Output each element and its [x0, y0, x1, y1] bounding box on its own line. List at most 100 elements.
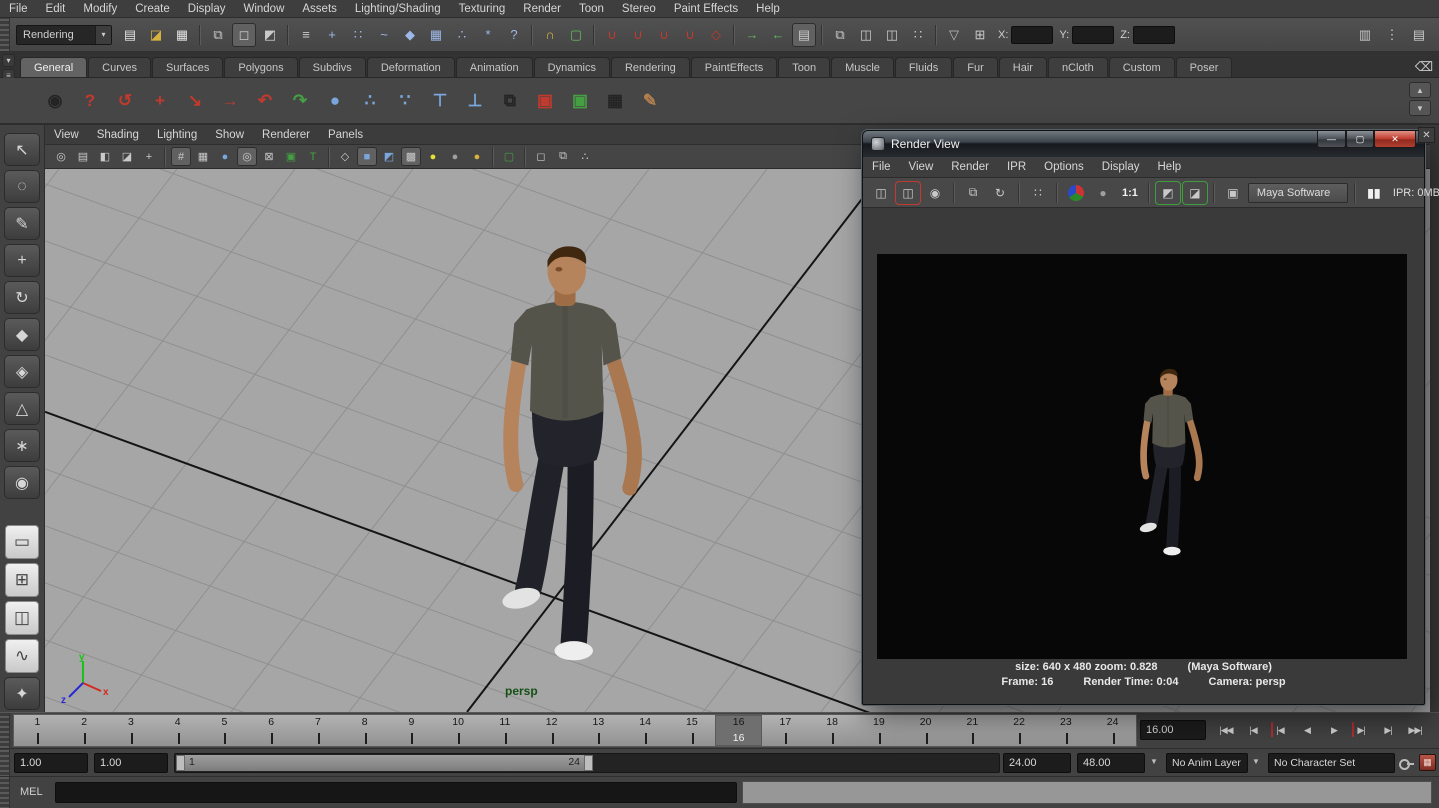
shelf-trash-icon[interactable]: ⌫ — [1412, 55, 1436, 79]
timeline-frame-9[interactable]: 9 — [388, 715, 435, 746]
move-normal-tool-icon[interactable]: △ — [4, 392, 40, 425]
menu-lighting-shading[interactable]: Lighting/Shading — [346, 2, 450, 16]
key-icon[interactable] — [1398, 755, 1414, 771]
step-forward-frame-icon[interactable]: ▶| — [1375, 719, 1401, 742]
timeline-frame-21[interactable]: 21 — [949, 715, 996, 746]
auto-keyframe-toggle[interactable]: ▦ — [1419, 754, 1436, 771]
render-menu-file[interactable]: File — [863, 160, 900, 174]
help-icon[interactable]: ? — [75, 86, 105, 116]
wireframe-on-shaded-icon[interactable]: ⧉ — [553, 147, 573, 166]
snap-to-points-icon[interactable]: ∪ — [652, 23, 676, 47]
step-back-frame-icon[interactable]: |◀ — [1240, 719, 1266, 742]
safe-action-icon[interactable]: ▣ — [281, 147, 301, 166]
paint-brush-icon[interactable]: ✎ — [635, 86, 665, 116]
lasso-tool-icon[interactable]: ◌ — [4, 170, 40, 203]
scale-tool-icon[interactable]: ◆ — [4, 318, 40, 351]
shelf-tab-general[interactable]: General — [20, 57, 87, 77]
attribute-editor-toggle-icon[interactable]: ▥ — [1353, 23, 1377, 47]
camera-track-icon[interactable]: + — [145, 86, 175, 116]
save-scene-icon[interactable]: ▦ — [170, 23, 194, 47]
toolbar-grip[interactable] — [0, 18, 10, 51]
shelf-scroll-down-icon[interactable]: ▼ — [1409, 100, 1431, 116]
delete-icon[interactable]: ● — [320, 86, 350, 116]
panel-menu-shading[interactable]: Shading — [88, 128, 148, 142]
timeline-frame-18[interactable]: 18 — [809, 715, 856, 746]
menu-paint-effects[interactable]: Paint Effects — [665, 2, 747, 16]
snap-align-tool-icon[interactable]: ∗ — [4, 429, 40, 462]
timeline-frame-13[interactable]: 13 — [575, 715, 622, 746]
universal-manipulator-tool-icon[interactable]: ◈ — [4, 355, 40, 388]
shaded-display-icon[interactable]: ■ — [357, 147, 377, 166]
use-all-lights-icon[interactable]: ▩ — [401, 147, 421, 166]
timeline-frame-17[interactable]: 17 — [762, 715, 809, 746]
construction-history-icon[interactable]: ▤ — [792, 23, 816, 47]
animation-end-field[interactable] — [1077, 753, 1145, 773]
playback-start-field[interactable] — [94, 753, 168, 773]
shelf-tab-subdivs[interactable]: Subdivs — [299, 57, 366, 77]
select-tool-icon[interactable]: ↖ — [4, 133, 40, 166]
shelf-tab-surfaces[interactable]: Surfaces — [152, 57, 223, 77]
character-set-field[interactable] — [1268, 753, 1395, 773]
redo-previous-render-icon[interactable]: ◫ — [896, 182, 920, 204]
shelf-tab-toon[interactable]: Toon — [778, 57, 830, 77]
panel-menu-view[interactable]: View — [45, 128, 88, 142]
anim-layer-field[interactable] — [1166, 753, 1248, 773]
highlight-selection-icon[interactable]: ▢ — [564, 23, 588, 47]
select-by-object-icon[interactable]: ◻ — [232, 23, 256, 47]
remove-image-icon[interactable]: ◪ — [1183, 182, 1207, 204]
layout-single-pane-button[interactable]: ▭ — [5, 525, 39, 559]
default-lighting-icon[interactable]: ● — [423, 147, 443, 166]
lock-selection-icon[interactable]: ∩ — [538, 23, 562, 47]
timeline-frame-7[interactable]: 7 — [295, 715, 342, 746]
menu-help[interactable]: Help — [747, 2, 789, 16]
bookmarks-icon[interactable]: ◧ — [95, 147, 115, 166]
ipr-render-frame-icon[interactable]: ⧉ — [961, 182, 985, 204]
camera-attributes-icon[interactable]: ▤ — [73, 147, 93, 166]
shelf-tab-deformation[interactable]: Deformation — [367, 57, 455, 77]
shelf-tab-custom[interactable]: Custom — [1109, 57, 1175, 77]
timeline-grip[interactable] — [0, 713, 10, 748]
snap-to-grids-icon[interactable]: ∪ — [600, 23, 624, 47]
layout-outliner-persp-button[interactable]: ◫ — [5, 601, 39, 635]
panel-menu-lighting[interactable]: Lighting — [148, 128, 206, 142]
mask-handles-icon[interactable]: ∷ — [346, 23, 370, 47]
open-scene-icon[interactable]: ◪ — [144, 23, 168, 47]
collapse-icon[interactable]: ▽ — [942, 23, 966, 47]
shelf-tab-painteffects[interactable]: PaintEffects — [691, 57, 778, 77]
shelf-tab-ncloth[interactable]: nCloth — [1048, 57, 1108, 77]
new-scene-icon[interactable]: ▤ — [118, 23, 142, 47]
specular-lighting-icon[interactable]: ● — [467, 147, 487, 166]
timeline-frame-11[interactable]: 11 — [482, 715, 529, 746]
wireframe-display-icon[interactable]: ◇ — [335, 147, 355, 166]
timeline-frame-20[interactable]: 20 — [902, 715, 949, 746]
redo-icon[interactable]: ↷ — [285, 86, 315, 116]
maximize-button[interactable]: ▢ — [1346, 131, 1374, 148]
paint-select-tool-icon[interactable]: ✎ — [4, 207, 40, 240]
camera-dolly-icon[interactable]: ↘ — [180, 86, 210, 116]
menu-render[interactable]: Render — [514, 2, 570, 16]
timeline-frame-4[interactable]: 4 — [154, 715, 201, 746]
mask-misc-icon[interactable]: ? — [502, 23, 526, 47]
shelf-tab-curves[interactable]: Curves — [88, 57, 151, 77]
timeline-frame-19[interactable]: 19 — [856, 715, 903, 746]
chevron-down-icon[interactable]: ▾ — [95, 26, 111, 44]
close-button[interactable]: ✕ — [1374, 131, 1416, 148]
render-current-frame-icon[interactable]: ◫ — [854, 23, 878, 47]
menu-stereo[interactable]: Stereo — [613, 2, 665, 16]
shelf-tab-menu-icon[interactable]: ▾ — [2, 54, 15, 67]
layout-persp-graph-button[interactable]: ∿ — [5, 639, 39, 673]
render-image-area[interactable] — [877, 254, 1407, 659]
range-start-handle[interactable] — [176, 755, 185, 771]
hypergraph-icon[interactable]: ⧉ — [495, 86, 525, 116]
group-icon[interactable]: ⊤ — [425, 86, 455, 116]
menu-assets[interactable]: Assets — [293, 2, 346, 16]
open-render-view-icon[interactable]: ⧉ — [828, 23, 852, 47]
camera-tumble-icon[interactable]: ↺ — [110, 86, 140, 116]
playback-range-bar[interactable]: 1 24 — [176, 755, 593, 771]
channel-box-toggle-icon[interactable]: ▤ — [1407, 23, 1431, 47]
alpha-channel-icon[interactable]: ● — [1091, 182, 1115, 204]
two-d-pan-zoom-icon[interactable]: + — [139, 147, 159, 166]
render-menu-display[interactable]: Display — [1093, 160, 1149, 174]
xray-display-icon[interactable]: ◻ — [531, 147, 551, 166]
animation-start-field[interactable] — [14, 753, 88, 773]
